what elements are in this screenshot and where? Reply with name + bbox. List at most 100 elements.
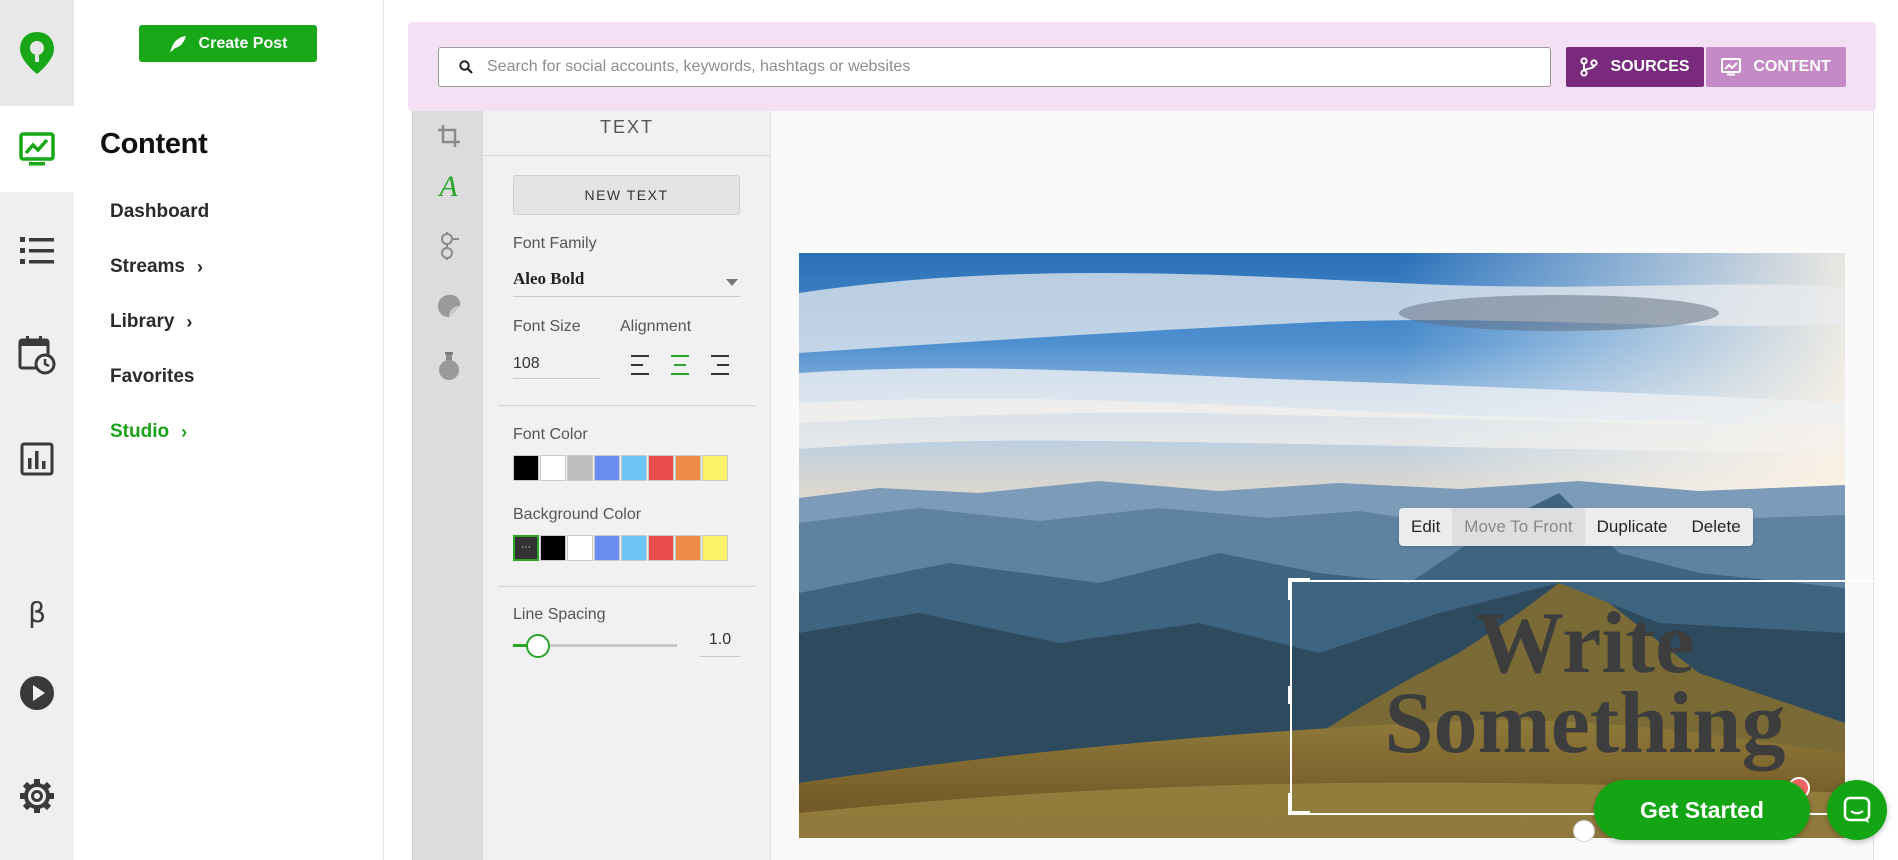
font-color-swatch[interactable]: [648, 455, 674, 481]
font-color-swatch[interactable]: [675, 455, 701, 481]
tool-text[interactable]: A: [413, 167, 484, 207]
feather-icon: [169, 35, 186, 52]
filter-adjust-icon: [440, 232, 459, 260]
font-color-swatch[interactable]: [621, 455, 647, 481]
rail-settings[interactable]: [0, 753, 74, 839]
crop-icon: [437, 125, 460, 147]
page-title: Content: [100, 128, 208, 160]
new-text-button[interactable]: NEW TEXT: [513, 175, 740, 215]
font-color-swatch[interactable]: [540, 455, 566, 481]
chevron-right-icon: ›: [181, 421, 188, 442]
panel-divider: [498, 586, 756, 587]
play-icon: [20, 676, 54, 710]
tool-sticker[interactable]: [413, 286, 484, 326]
align-left-button[interactable]: [631, 355, 649, 375]
line-spacing-slider-thumb[interactable]: [525, 634, 550, 658]
panel-divider: [498, 405, 756, 406]
nav-link-streams[interactable]: Streams ›: [110, 256, 203, 278]
tool-crop[interactable]: [413, 116, 484, 156]
rail-schedule[interactable]: [0, 312, 74, 398]
background-color-swatch[interactable]: [594, 535, 620, 561]
location-pin-logo-icon: [20, 32, 54, 74]
background-color-swatch[interactable]: [675, 535, 701, 561]
chevron-right-icon: ›: [186, 311, 193, 332]
caret-down-icon: [726, 279, 738, 286]
chat-icon: [1843, 796, 1871, 823]
create-post-button[interactable]: Create Post: [139, 25, 317, 62]
flask-icon: [438, 352, 459, 380]
text-panel: TEXT NEW TEXT Font Family Aleo Bold Font…: [483, 111, 771, 860]
duplicate-button[interactable]: Duplicate: [1585, 508, 1680, 546]
font-color-swatch[interactable]: [594, 455, 620, 481]
align-right-button[interactable]: [711, 355, 729, 375]
app-rail: β: [0, 0, 74, 860]
font-color-swatch[interactable]: [513, 455, 539, 481]
resize-handle-bottom-left[interactable]: [1288, 793, 1310, 815]
search-input[interactable]: [487, 58, 1487, 76]
search-header: SOURCES CONTENT: [408, 22, 1876, 111]
font-color-swatch[interactable]: [567, 455, 593, 481]
create-post-label: Create Post: [198, 34, 288, 52]
nav-link-favorites[interactable]: Favorites: [110, 366, 194, 388]
sources-button[interactable]: SOURCES: [1566, 47, 1704, 87]
rail-video[interactable]: [0, 650, 74, 736]
beta-icon: β: [28, 595, 46, 629]
line-spacing-label: Line Spacing: [513, 606, 606, 623]
branch-icon: [1580, 57, 1599, 77]
panel-title: TEXT: [483, 111, 771, 156]
canvas-text-line: Write: [1475, 595, 1695, 692]
content-label: CONTENT: [1753, 58, 1831, 75]
canvas-text-line: Something: [1384, 675, 1786, 772]
font-color-label: Font Color: [513, 426, 588, 443]
font-family-label: Font Family: [513, 235, 597, 252]
nav-link-dashboard[interactable]: Dashboard: [110, 201, 209, 223]
rail-list[interactable]: [0, 208, 74, 294]
background-color-label: Background Color: [513, 506, 642, 523]
content-image-icon: [1721, 58, 1742, 76]
search-box[interactable]: [438, 47, 1551, 87]
background-color-swatch[interactable]: [540, 535, 566, 561]
logo-button[interactable]: [0, 0, 74, 106]
calendar-clock-icon: [18, 336, 56, 375]
font-color-swatch[interactable]: [702, 455, 728, 481]
bar-chart-icon: [20, 442, 54, 476]
move-to-front-button[interactable]: Move To Front: [1452, 508, 1585, 546]
text-icon: A: [439, 170, 458, 203]
nav-link-label: Streams: [110, 256, 185, 277]
font-size-input[interactable]: [513, 349, 600, 379]
gear-icon: [20, 779, 54, 813]
background-color-swatch[interactable]: [567, 535, 593, 561]
chevron-right-icon: ›: [197, 256, 203, 277]
tool-effects[interactable]: [413, 346, 484, 386]
content-button[interactable]: CONTENT: [1706, 47, 1846, 87]
resize-handle-top-left[interactable]: [1288, 578, 1310, 600]
delete-button[interactable]: Delete: [1680, 508, 1753, 546]
tool-adjust[interactable]: [413, 226, 484, 266]
content-image-icon: [19, 132, 55, 166]
search-icon: [459, 60, 473, 74]
chat-widget-button[interactable]: [1827, 780, 1887, 840]
rail-beta[interactable]: β: [0, 569, 74, 655]
align-center-button[interactable]: [671, 355, 689, 375]
nav-link-label: Studio: [110, 421, 170, 442]
background-color-swatch[interactable]: [648, 535, 674, 561]
nav-link-studio[interactable]: Studio ›: [110, 421, 187, 443]
nav-link-library[interactable]: Library ›: [110, 311, 192, 333]
background-color-swatch[interactable]: [621, 535, 647, 561]
background-color-swatch[interactable]: [702, 535, 728, 561]
list-icon: [20, 237, 54, 264]
studio-toolstrip: A: [412, 111, 483, 860]
rotate-handle[interactable]: [1573, 820, 1595, 842]
canvas-text-element[interactable]: Write Something: [1290, 595, 1880, 772]
font-color-swatches: [513, 455, 728, 481]
font-family-select[interactable]: Aleo Bold: [513, 267, 740, 297]
edit-button[interactable]: Edit: [1399, 508, 1452, 546]
background-color-swatch[interactable]: ⋯: [513, 535, 539, 561]
font-size-label: Font Size: [513, 318, 581, 335]
content-nav: Create Post Content Dashboard Streams › …: [74, 0, 384, 860]
nav-link-label: Dashboard: [110, 201, 210, 222]
rail-analytics[interactable]: [0, 416, 74, 502]
get-started-button[interactable]: Get Started: [1594, 780, 1810, 840]
line-spacing-value[interactable]: 1.0: [700, 631, 740, 657]
rail-content[interactable]: [0, 106, 74, 192]
